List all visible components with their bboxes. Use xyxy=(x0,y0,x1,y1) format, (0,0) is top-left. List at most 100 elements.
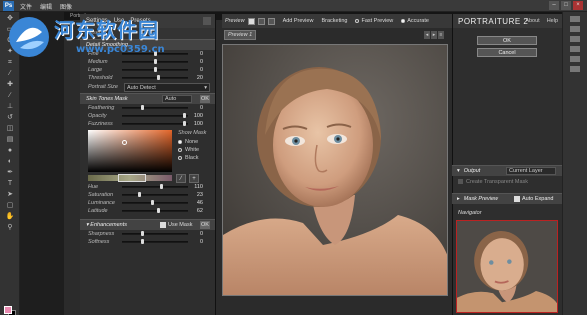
mask-preview-header[interactable]: ▸ Mask Preview Auto Expand xyxy=(452,193,562,204)
show-mask-none-radio[interactable]: None xyxy=(178,139,198,145)
menu-item-file[interactable]: 文件 xyxy=(20,2,32,11)
slider-track[interactable] xyxy=(122,194,188,196)
healing-tool-icon[interactable]: ✚ xyxy=(5,81,15,89)
slider-value[interactable]: 0 xyxy=(200,104,203,112)
fast-preview-radio[interactable]: Fast Preview xyxy=(355,18,393,24)
slider-value[interactable]: 110 xyxy=(194,183,203,191)
hand-tool-icon[interactable]: ✋ xyxy=(5,213,15,221)
marquee-tool-icon[interactable]: ▭ xyxy=(5,26,15,34)
slider-handle[interactable] xyxy=(157,75,161,80)
slider-value[interactable]: 46 xyxy=(197,199,203,207)
slider-value[interactable]: 62 xyxy=(197,207,203,215)
blur-tool-icon[interactable]: ● xyxy=(5,147,15,155)
slider-value[interactable]: 100 xyxy=(194,112,203,120)
eyedropper-plus-icon[interactable]: + xyxy=(189,174,199,183)
slider-handle[interactable] xyxy=(154,67,157,72)
menu-item-edit[interactable]: 编辑 xyxy=(40,2,52,11)
skin-tones-mask-header[interactable]: Skin Tones Mask Auto OK xyxy=(80,93,215,104)
slider-track[interactable] xyxy=(122,186,188,188)
move-tool-icon[interactable]: ✥ xyxy=(5,15,15,23)
slider-track[interactable] xyxy=(122,202,188,204)
eyedropper-icon[interactable]: ⁄ xyxy=(176,174,186,183)
dock-icon[interactable] xyxy=(570,36,580,42)
slider-value[interactable]: 0 xyxy=(200,230,203,238)
slider-handle[interactable] xyxy=(150,200,154,205)
add-preview-button[interactable]: Add Preview xyxy=(283,18,314,24)
foreground-color-swatch[interactable] xyxy=(4,306,12,314)
skin-mask-mode-select[interactable]: Auto xyxy=(162,95,192,103)
slider-handle[interactable] xyxy=(141,231,145,236)
ok-button[interactable]: OK xyxy=(477,36,537,45)
dock-icon[interactable] xyxy=(570,46,580,52)
minimize-button[interactable]: – xyxy=(549,1,559,10)
slider-track[interactable] xyxy=(122,115,188,117)
slider-handle[interactable] xyxy=(154,51,157,56)
menu-item-image[interactable]: 图像 xyxy=(60,2,72,11)
slider-handle[interactable] xyxy=(141,105,145,110)
preview-photo[interactable] xyxy=(222,44,448,296)
pen-tool-icon[interactable]: ✒ xyxy=(5,169,15,177)
skin-mask-ok-button[interactable]: OK xyxy=(200,95,210,103)
portrait-size-select[interactable]: Auto Detect ▾ xyxy=(124,83,210,92)
slider-handle[interactable] xyxy=(160,184,164,189)
output-header[interactable]: ▾ Output Current Layer xyxy=(452,165,562,176)
dock-icon[interactable] xyxy=(570,56,580,62)
maximize-button[interactable]: □ xyxy=(561,1,571,10)
hue-range-strip[interactable] xyxy=(88,174,172,182)
slider-handle[interactable] xyxy=(141,239,145,244)
slider-track[interactable] xyxy=(122,233,188,235)
enhancements-ok-button[interactable]: OK xyxy=(200,221,210,229)
slider-value[interactable]: 0 xyxy=(200,238,203,246)
slider-track[interactable] xyxy=(122,107,188,109)
slider-handle[interactable] xyxy=(182,113,186,118)
slider-handle[interactable] xyxy=(154,59,157,64)
slider-value[interactable]: 100 xyxy=(194,120,203,128)
auto-expand-checkbox[interactable] xyxy=(514,196,520,202)
crop-tool-icon[interactable]: ⌗ xyxy=(5,59,15,67)
help-link[interactable]: Help xyxy=(547,18,558,24)
slider-value[interactable]: 0 xyxy=(200,58,203,66)
slider-track[interactable] xyxy=(122,77,188,79)
tab-presets[interactable]: Presets xyxy=(130,18,150,24)
show-mask-black-radio[interactable]: Black xyxy=(178,155,198,161)
tab-preview-1[interactable]: Preview 1 xyxy=(224,30,256,40)
stamp-tool-icon[interactable]: ⊥ xyxy=(5,103,15,111)
output-select[interactable]: Current Layer xyxy=(506,167,556,175)
hue-range-selection[interactable] xyxy=(118,174,146,182)
eraser-tool-icon[interactable]: ◫ xyxy=(5,125,15,133)
accurate-radio[interactable]: Accurate xyxy=(401,18,429,24)
shape-tool-icon[interactable]: ▢ xyxy=(5,202,15,210)
create-transparent-mask-row[interactable]: Create Transparent Mask xyxy=(458,179,528,185)
create-transparent-mask-checkbox[interactable] xyxy=(458,179,463,185)
cancel-button[interactable]: Cancel xyxy=(477,48,537,57)
path-select-tool-icon[interactable]: ➤ xyxy=(5,191,15,199)
slider-value[interactable]: 0 xyxy=(200,66,203,74)
dodge-tool-icon[interactable]: ◐ xyxy=(5,158,15,166)
chevron-right-icon[interactable]: ▸ xyxy=(431,31,437,39)
gradient-tool-icon[interactable]: ▤ xyxy=(5,136,15,144)
close-button[interactable]: × xyxy=(573,1,583,10)
split-view-button[interactable] xyxy=(257,17,265,25)
zoom-tool-icon[interactable]: ⚲ xyxy=(5,224,15,232)
single-view-button[interactable] xyxy=(247,17,255,25)
navigator-thumbnail[interactable] xyxy=(456,220,558,313)
lasso-tool-icon[interactable]: ʘ xyxy=(5,37,15,45)
menu-icon[interactable]: ≡ xyxy=(438,31,444,39)
color-field[interactable] xyxy=(88,130,172,172)
bracketing-button[interactable]: Bracketing xyxy=(321,18,347,24)
magic-wand-tool-icon[interactable]: ✦ xyxy=(5,48,15,56)
slider-track[interactable] xyxy=(122,241,188,243)
use-mask-checkbox[interactable] xyxy=(160,222,166,228)
show-mask-white-radio[interactable]: White xyxy=(178,147,199,153)
enhancements-header[interactable]: ▾ Enhancements Use Mask OK xyxy=(80,219,215,230)
dock-icon[interactable] xyxy=(570,16,580,22)
eyedropper-tool-icon[interactable]: ⁄ xyxy=(5,70,15,78)
detail-smoothing-header[interactable]: Detail Smoothing xyxy=(80,39,215,50)
about-link[interactable]: About xyxy=(525,18,539,24)
tab-settings[interactable]: Settings xyxy=(86,18,108,24)
slider-handle[interactable] xyxy=(138,192,141,197)
slider-track[interactable] xyxy=(122,210,188,212)
slider-track[interactable] xyxy=(122,123,188,125)
slider-handle[interactable] xyxy=(157,208,161,213)
brush-tool-icon[interactable]: ∕ xyxy=(5,92,15,100)
